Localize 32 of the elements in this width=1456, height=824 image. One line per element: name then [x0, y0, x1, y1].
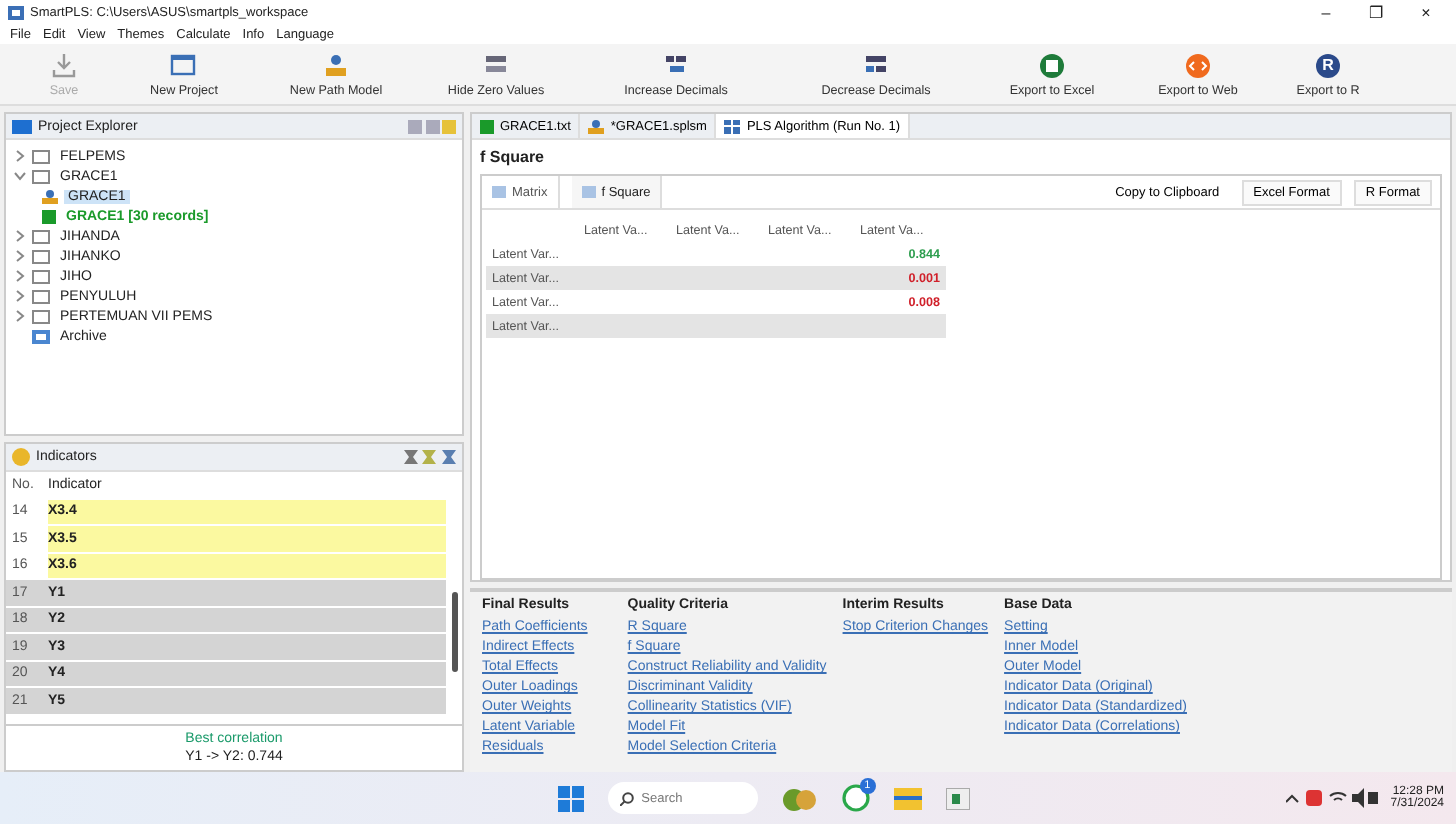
excel-icon	[1038, 51, 1066, 79]
data-icon	[480, 119, 494, 133]
person-icon	[588, 119, 605, 133]
restore-button[interactable]: ❐	[1354, 3, 1398, 21]
filter-icons[interactable]	[404, 450, 456, 464]
chevron-right-icon[interactable]	[14, 250, 26, 262]
app-icon[interactable]	[945, 787, 970, 809]
chevron-right-icon[interactable]	[14, 150, 26, 162]
minimize-button[interactable]: –	[1304, 3, 1348, 21]
report-title: f Square	[478, 146, 547, 170]
chevron-right-icon[interactable]	[14, 290, 26, 302]
windows-icon[interactable]	[557, 785, 584, 811]
chevron-down-icon[interactable]	[14, 170, 26, 182]
table-icon	[724, 119, 741, 133]
person-icon	[322, 51, 350, 79]
download-icon	[50, 51, 78, 79]
chevron-right-icon[interactable]	[14, 310, 26, 322]
r-logo: R	[1316, 53, 1340, 77]
chat-icon[interactable]	[841, 784, 870, 812]
person-icon	[42, 189, 58, 203]
code-icon	[1184, 51, 1212, 79]
panel-buttons-icon[interactable]	[408, 119, 456, 133]
indicator-icon	[12, 448, 30, 466]
scrollbar-thumb[interactable]	[451, 592, 457, 672]
chevron-right-icon[interactable]	[14, 270, 26, 282]
system-tray-icons[interactable]	[1286, 788, 1379, 808]
data-icon	[42, 209, 56, 223]
chevron-right-icon[interactable]	[14, 230, 26, 242]
app-icon	[8, 5, 24, 19]
close-button[interactable]: ×	[1404, 3, 1448, 21]
search-icon	[619, 791, 634, 805]
archive-icon	[32, 329, 50, 343]
